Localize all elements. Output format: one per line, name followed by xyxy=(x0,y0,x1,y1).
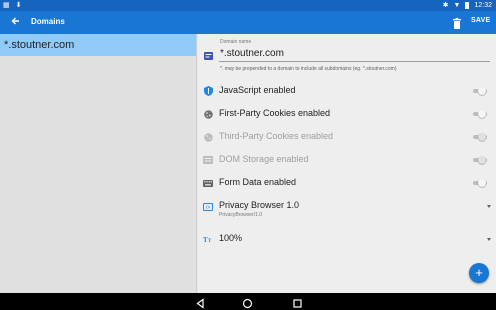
first-party-cookies-switch[interactable] xyxy=(473,110,487,118)
download-icon: ⬇ xyxy=(15,2,22,9)
user-agent-label: Privacy Browser 1.0 xyxy=(219,200,300,210)
javascript-setting[interactable]: JavaScript enabled xyxy=(198,83,496,99)
nav-back-icon[interactable] xyxy=(195,296,206,309)
dom-storage-icon xyxy=(202,155,214,165)
svg-text:/>: /> xyxy=(206,205,210,211)
font-size-dropdown[interactable]: TT 100% xyxy=(198,231,496,247)
javascript-shield-icon xyxy=(202,86,214,96)
delete-icon[interactable] xyxy=(453,16,461,29)
javascript-switch[interactable] xyxy=(473,87,487,95)
domain-settings-pane: Domain name *. may be prepended to a dom… xyxy=(198,34,496,293)
battery-icon xyxy=(465,2,470,9)
third-party-cookies-switch[interactable] xyxy=(473,133,487,141)
nav-home-icon[interactable] xyxy=(242,296,253,309)
notification-icon: ▦ xyxy=(3,2,10,9)
form-data-setting[interactable]: Form Data enabled xyxy=(198,175,496,191)
chevron-down-icon xyxy=(487,238,491,241)
svg-text:T: T xyxy=(208,239,212,243)
dom-storage-setting[interactable]: DOM Storage enabled xyxy=(198,152,496,168)
bluetooth-icon: ✱ xyxy=(442,2,449,9)
user-agent-dropdown[interactable]: /> Privacy Browser 1.0 PrivacyBrowser/1.… xyxy=(198,198,496,222)
text-size-icon: TT xyxy=(202,234,214,244)
javascript-label: JavaScript enabled xyxy=(219,85,296,95)
app-bar: Domains SAVE xyxy=(0,11,496,34)
first-party-cookies-setting[interactable]: First-Party Cookies enabled xyxy=(198,106,496,122)
first-party-cookies-label: First-Party Cookies enabled xyxy=(219,108,331,118)
nav-recent-apps-icon[interactable] xyxy=(292,296,303,308)
third-party-cookies-label: Third-Party Cookies enabled xyxy=(219,131,334,141)
form-data-label: Form Data enabled xyxy=(219,177,297,187)
form-data-switch[interactable] xyxy=(473,179,487,187)
domain-name-label: Domain name xyxy=(220,39,252,45)
back-arrow-icon[interactable] xyxy=(10,14,20,30)
user-agent-value: PrivacyBrowser/1.0 xyxy=(219,212,263,218)
dom-storage-label: DOM Storage enabled xyxy=(219,154,309,164)
user-agent-icon: /> xyxy=(202,202,214,212)
list-item-domain[interactable]: *.stoutner.com xyxy=(0,34,196,56)
font-size-label: 100% xyxy=(219,233,243,243)
keyboard-icon xyxy=(202,178,214,188)
wifi-icon: ▼ xyxy=(453,2,461,9)
chevron-down-icon xyxy=(487,205,491,208)
domain-hint: *. may be prepended to a domain to inclu… xyxy=(220,66,397,72)
cookie-icon xyxy=(202,132,214,142)
status-time: 12:32 xyxy=(474,2,492,9)
domain-name-field[interactable] xyxy=(219,47,490,62)
third-party-cookies-setting[interactable]: Third-Party Cookies enabled xyxy=(198,129,496,145)
domain-name-icon xyxy=(202,51,214,61)
system-nav-bar xyxy=(0,293,496,310)
page-title: Domains xyxy=(31,17,65,26)
status-bar: ▦ ⬇ ✱ ▼ 12:32 xyxy=(0,0,496,11)
domains-list: *.stoutner.com xyxy=(0,34,197,293)
save-button[interactable]: SAVE xyxy=(471,17,490,24)
dom-storage-switch[interactable] xyxy=(473,156,487,164)
add-domain-button[interactable]: + xyxy=(469,263,489,283)
cookie-icon xyxy=(202,109,214,119)
